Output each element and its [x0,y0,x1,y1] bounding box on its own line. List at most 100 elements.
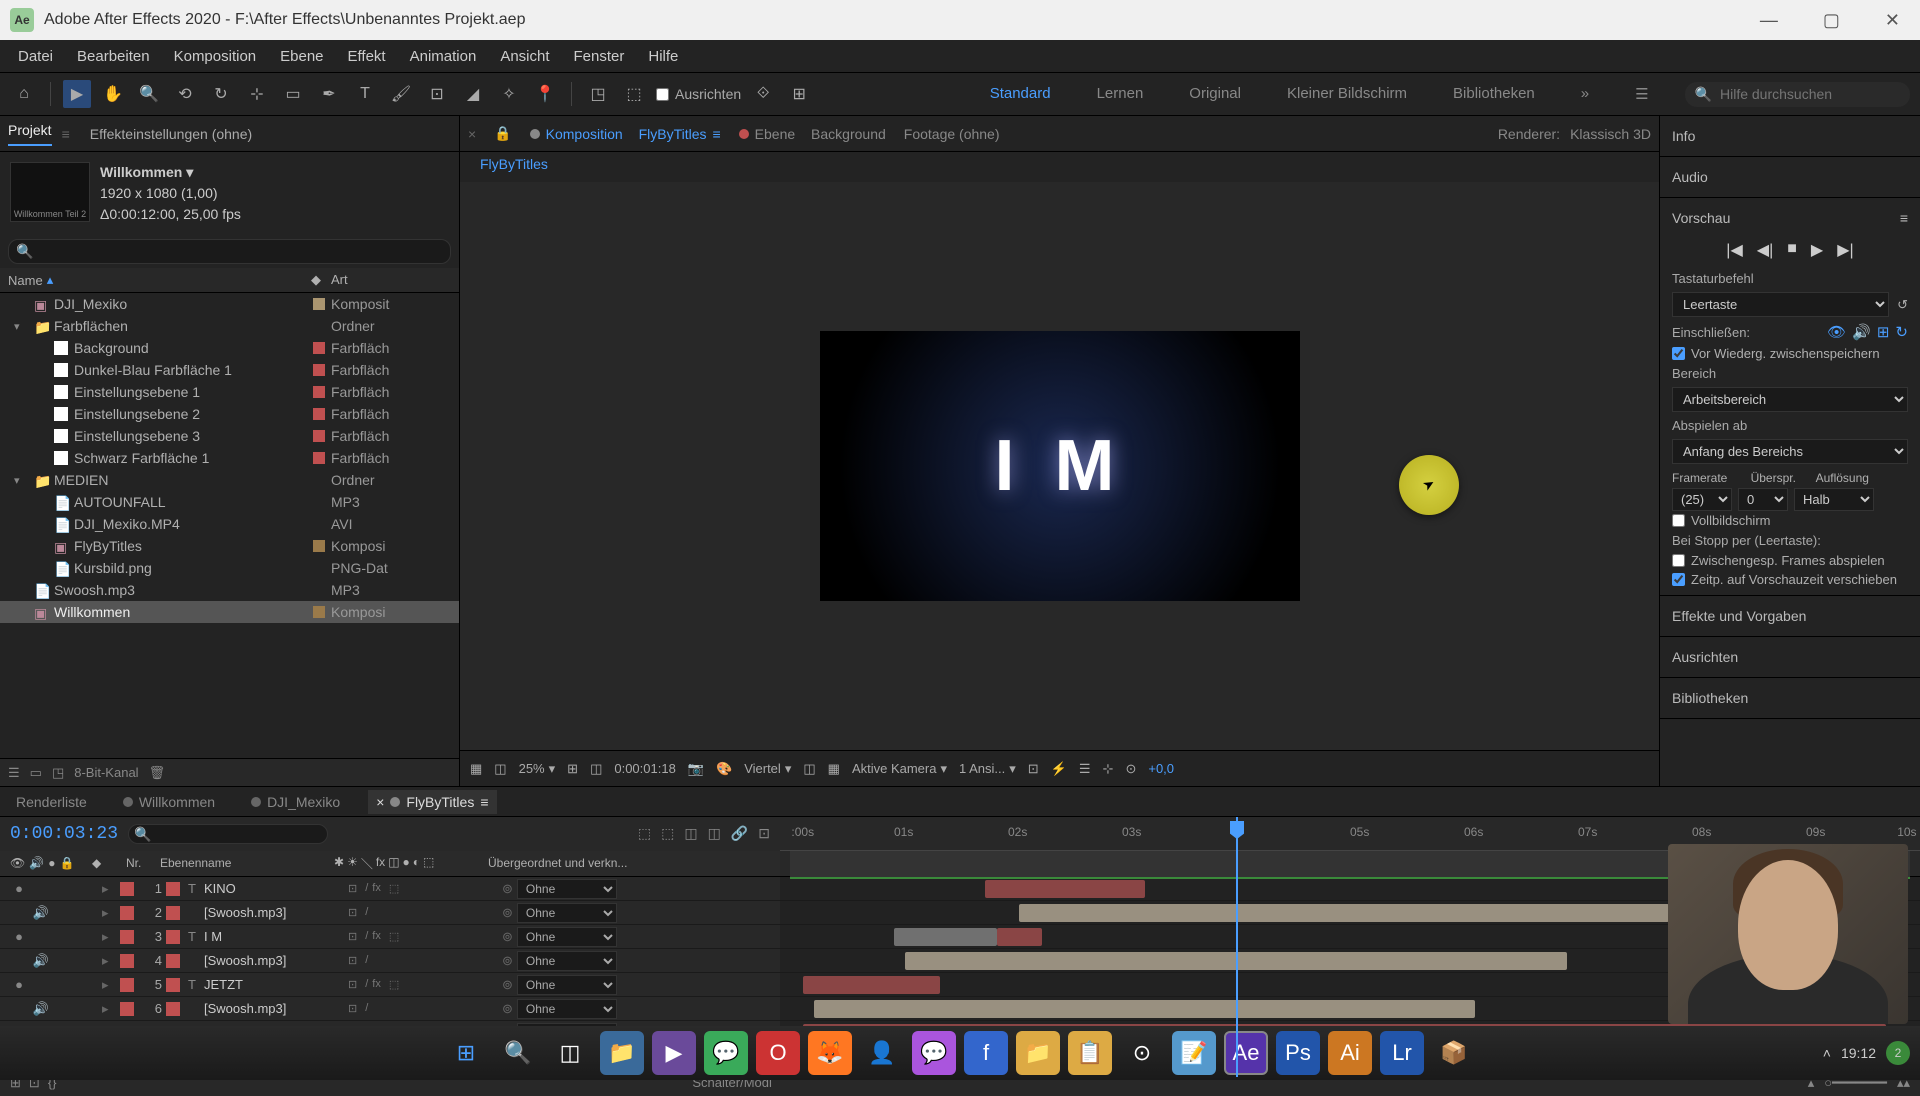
layer-name[interactable]: [Swoosh.mp3] [204,905,344,920]
transparency-icon[interactable]: ▦ [828,761,840,777]
zoom-tool[interactable]: 🔍 [135,80,163,108]
edge-icon[interactable]: ⊞ [785,80,813,108]
puppet-tool[interactable]: 📍 [531,80,559,108]
color-tag[interactable] [313,342,325,354]
color-tag[interactable] [313,298,325,310]
color-tag[interactable] [313,496,325,508]
fullscreen-checkbox[interactable] [1672,514,1685,527]
switch-header-icon[interactable]: ⬚ [423,855,434,872]
visibility-toggle[interactable]: ● [10,881,28,896]
color-tag[interactable] [313,584,325,596]
layer-row[interactable]: ●▸3TI M⊡/fx⬚⊚Ohne [0,925,780,949]
close-button[interactable]: ✕ [1875,5,1910,36]
project-item[interactable]: 📄Kursbild.pngPNG-Dat [0,557,459,579]
framerate-select[interactable]: (25) [1672,488,1732,511]
project-item[interactable]: Einstellungsebene 1Farbfläch [0,381,459,403]
timeline-search-input[interactable] [128,824,328,844]
layer-bar[interactable] [894,928,997,946]
exposure-value[interactable]: +0,0 [1148,761,1174,776]
solo-header-icon[interactable]: ● [48,856,55,870]
stamp-tool[interactable]: ⊡ [423,80,451,108]
tab-menu-icon[interactable]: ≡ [480,794,488,810]
workspace-grid-icon[interactable]: ☰ [1627,81,1656,107]
tl-tab-willkommen[interactable]: Willkommen [115,790,223,814]
loop-icon[interactable]: ↻ [1895,323,1908,341]
notification-badge[interactable]: 2 [1886,1041,1910,1065]
panel-preview[interactable]: Vorschau≡ [1672,204,1908,232]
project-search-input[interactable] [8,239,451,264]
views-dropdown[interactable]: 1 Ansi... ▾ [959,761,1016,777]
pickwhip-icon[interactable]: ⊚ [502,881,513,896]
reset-icon[interactable]: ↺ [1897,297,1908,313]
firefox-icon[interactable]: 🦊 [808,1031,852,1075]
brush-tool[interactable]: 🖌 [387,80,415,108]
playfrom-select[interactable]: Anfang des Bereichs [1672,439,1908,464]
eye-header-icon[interactable]: 👁 [10,856,25,870]
composition-viewer[interactable]: I M [460,182,1659,750]
orbit-tool[interactable]: ⟲ [171,80,199,108]
panel-effects-presets[interactable]: Effekte und Vorgaben [1672,602,1908,630]
color-tag[interactable] [313,364,325,376]
project-item[interactable]: 📄DJI_Mexiko.MP4AVI [0,513,459,535]
layer-color-tag[interactable] [120,978,134,992]
timecode-display[interactable]: 0:00:01:18 [614,761,675,776]
layer-bar[interactable] [985,880,1145,898]
trash-icon[interactable]: 🗑 [149,765,166,781]
last-frame-icon[interactable]: ▶| [1837,240,1853,260]
layer-row[interactable]: ●▸1TKINO⊡/fx⬚⊚Ohne [0,877,780,901]
range-select[interactable]: Arbeitsbereich [1672,387,1908,412]
color-tag[interactable] [313,386,325,398]
switch-header-icon[interactable]: ◫ [388,855,399,872]
eraser-tool[interactable]: ◢ [459,80,487,108]
parent-select[interactable]: Ohne [517,951,617,971]
notepad-icon[interactable]: 📝 [1172,1031,1216,1075]
panel-align[interactable]: Ausrichten [1672,643,1908,671]
resolution-dropdown[interactable]: Viertel ▾ [744,761,791,777]
whatsapp-icon[interactable]: 💬 [704,1031,748,1075]
tab-effect-controls[interactable]: Effekteinstellungen (ohne) [90,126,252,142]
search-taskbar-icon[interactable]: 🔍 [496,1031,540,1075]
tray-chevron-icon[interactable]: ˄ [1823,1045,1831,1061]
selection-tool[interactable]: ▶ [63,80,91,108]
snapshot-icon[interactable]: 📷 [688,761,704,777]
opera-icon[interactable]: O [756,1031,800,1075]
menu-bearbeiten[interactable]: Bearbeiten [67,44,160,69]
project-item[interactable]: Schwarz Farbfläche 1Farbfläch [0,447,459,469]
layer-name[interactable]: JETZT [204,977,344,992]
align-checkbox[interactable] [656,88,669,101]
anchor-tool[interactable]: ⊹ [243,80,271,108]
lightroom-icon[interactable]: Lr [1380,1031,1424,1075]
zoom-dropdown[interactable]: 25% ▾ [519,761,556,777]
workspace-lernen[interactable]: Lernen [1089,81,1152,107]
video-icon[interactable]: 👁 [1827,323,1846,341]
switch-header-icon[interactable]: ＼ [361,855,373,872]
pickwhip-icon[interactable]: ⊚ [502,977,513,992]
tab-menu-icon[interactable]: ≡ [713,126,721,142]
layer-name[interactable]: [Swoosh.mp3] [204,953,344,968]
home-icon[interactable]: ⌂ [10,80,38,108]
tl-tool-icon[interactable]: ⬚ [638,825,651,842]
visibility-toggle[interactable]: ● [10,929,28,944]
panel-menu-icon[interactable]: ≡ [62,126,70,142]
res-full-icon[interactable]: ⊞ [567,761,578,777]
layer-color-tag[interactable] [120,954,134,968]
folder-icon[interactable]: 📁 [1016,1031,1060,1075]
obs-icon[interactable]: ⊙ [1120,1031,1164,1075]
close-tab-icon[interactable]: × [468,126,476,142]
col-name-header[interactable]: Name [8,273,43,288]
layer-color-tag[interactable] [120,906,134,920]
clock[interactable]: 19:12 [1841,1045,1876,1061]
layer-name[interactable]: I M [204,929,344,944]
pixel-aspect-icon[interactable]: ⊡ [1028,761,1039,777]
layer-row[interactable]: 🔊▸6[Swoosh.mp3]⊡/⊚Ohne [0,997,780,1021]
visibility-toggle[interactable]: ● [10,977,28,992]
rotate-tool[interactable]: ↻ [207,80,235,108]
switch-header-icon[interactable]: ◐ [413,855,420,872]
panel-libraries[interactable]: Bibliotheken [1672,684,1908,712]
color-tag[interactable] [313,562,325,574]
switch-header-icon[interactable]: ✱ [334,855,344,872]
project-item[interactable]: Dunkel-Blau Farbfläche 1Farbfläch [0,359,459,381]
pickwhip-icon[interactable]: ⊚ [502,905,513,920]
project-item[interactable]: BackgroundFarbfläch [0,337,459,359]
parent-select[interactable]: Ohne [517,903,617,923]
